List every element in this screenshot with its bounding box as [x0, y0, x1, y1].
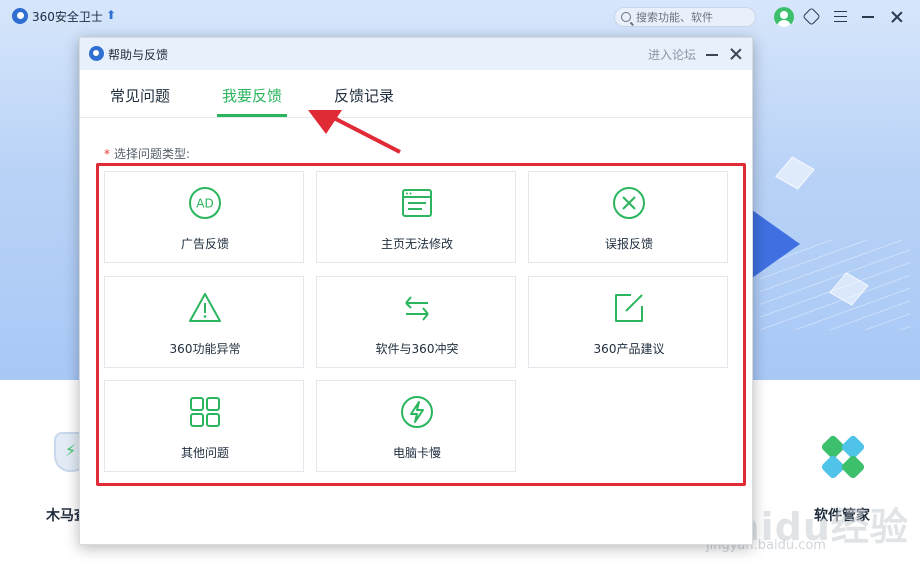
dialog-logo-icon [89, 46, 104, 61]
required-star: * [104, 147, 110, 161]
minimize-icon[interactable] [862, 16, 874, 18]
category-label: 广告反馈 [180, 237, 229, 251]
active-tab-indicator [217, 114, 287, 117]
help-feedback-dialog: 帮助与反馈 进入论坛 常见问题 我要反馈 反馈记录 * 选择问题类型: AD 广告… [79, 37, 753, 545]
question-type-prompt: * 选择问题类型: [104, 145, 190, 162]
search-input[interactable] [636, 10, 746, 24]
lightning-icon [401, 396, 433, 428]
category-slow-computer[interactable]: 电脑卡慢 [316, 380, 516, 472]
category-360-malfunction[interactable]: 360功能异常 [104, 276, 304, 368]
hero-shape-decoration [752, 210, 800, 278]
svg-text:AD: AD [196, 197, 213, 211]
app-titlebar: 360安全卫士 ⬆ [0, 0, 920, 34]
category-product-suggestion[interactable]: 360产品建议 [528, 276, 728, 368]
ad-icon: AD [189, 187, 221, 219]
tab-feedback[interactable]: 我要反馈 [222, 85, 282, 106]
app-title: 360安全卫士 [32, 10, 103, 24]
category-label: 其他问题 [180, 446, 229, 460]
search-box[interactable] [614, 7, 756, 27]
category-label: 主页无法修改 [380, 237, 453, 251]
category-false-positive[interactable]: 误报反馈 [528, 171, 728, 263]
prompt-text: 选择问题类型: [114, 147, 191, 161]
category-ad-feedback[interactable]: AD 广告反馈 [104, 171, 304, 263]
category-label: 电脑卡慢 [392, 446, 441, 460]
upgrade-arrow-icon[interactable]: ⬆ [106, 9, 116, 21]
annotation-arrow [308, 110, 401, 154]
avatar[interactable] [774, 7, 794, 27]
category-label: 360功能异常 [169, 342, 241, 356]
tab-feedback-history[interactable]: 反馈记录 [334, 85, 394, 106]
category-homepage-locked[interactable]: 主页无法修改 [316, 171, 516, 263]
software-manager-icon[interactable] [820, 434, 866, 480]
grid-apps-icon [190, 397, 220, 427]
dialog-title: 帮助与反馈 [108, 48, 169, 62]
dialog-close-icon[interactable] [729, 47, 743, 61]
category-label: 360产品建议 [593, 342, 665, 356]
category-other[interactable]: 其他问题 [104, 380, 304, 472]
category-software-conflict[interactable]: 软件与360冲突 [316, 276, 516, 368]
dialog-titlebar: 帮助与反馈 进入论坛 [80, 38, 752, 70]
swap-arrows-icon [405, 296, 429, 321]
category-label: 误报反馈 [604, 237, 653, 251]
close-circle-icon [613, 187, 645, 219]
edit-icon [615, 294, 643, 322]
browser-page-icon [402, 189, 432, 217]
close-icon[interactable] [890, 10, 904, 24]
skin-icon[interactable] [802, 7, 821, 26]
hero-cube-decoration [775, 156, 815, 190]
menu-icon[interactable] [834, 11, 847, 22]
search-icon [621, 12, 631, 22]
warning-icon [189, 293, 221, 322]
forum-link[interactable]: 进入论坛 [648, 46, 696, 63]
category-label: 软件与360冲突 [375, 342, 459, 356]
dialog-minimize-icon[interactable] [706, 54, 718, 56]
app-logo-icon [12, 8, 28, 24]
tab-faq[interactable]: 常见问题 [110, 85, 170, 106]
